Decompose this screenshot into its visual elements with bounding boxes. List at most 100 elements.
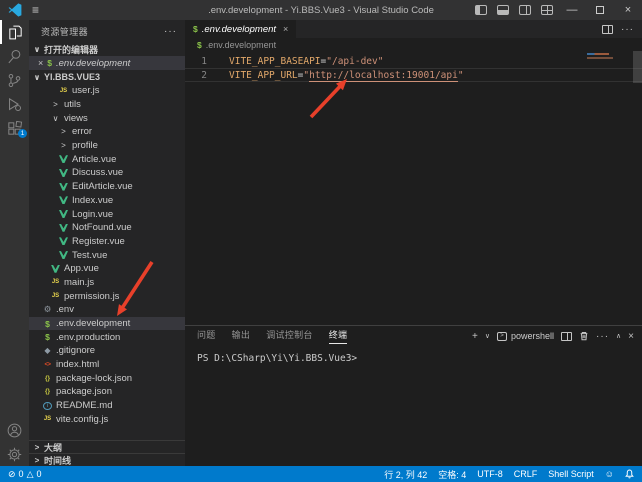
close-window-button[interactable]: × <box>614 0 642 20</box>
split-terminal-icon[interactable] <box>561 332 572 341</box>
warning-count: 0 <box>36 469 41 479</box>
terminal-output[interactable]: PS D:\CSharp\Yi\Yi.BBS.Vue3> <box>185 346 642 364</box>
tree-item-Discuss.vue[interactable]: Discuss.vue <box>29 166 185 180</box>
tree-item-Article.vue[interactable]: Article.vue <box>29 152 185 166</box>
account-icon[interactable] <box>0 418 29 442</box>
editor-tab-bar: $ .env.development × ··· <box>185 20 642 38</box>
tree-item-utils[interactable]: >utils <box>29 98 185 112</box>
tree-item-index.html[interactable]: <>index.html <box>29 358 185 372</box>
settings-gear-icon[interactable] <box>0 442 29 466</box>
tree-item-package-lock.json[interactable]: {}package-lock.json <box>29 371 185 385</box>
tree-item-package.json[interactable]: {}package.json <box>29 385 185 399</box>
tree-item-NotFound.vue[interactable]: NotFound.vue <box>29 221 185 235</box>
terminal-dropdown-icon[interactable]: ∨ <box>485 332 490 340</box>
eol-sequence[interactable]: CRLF <box>514 469 538 479</box>
open-editor-item[interactable]: × $ .env.development <box>29 56 185 70</box>
chevron-right-icon: > <box>33 456 41 465</box>
outline-section[interactable]: > 大纲 <box>29 440 185 453</box>
tree-item-App.vue[interactable]: App.vue <box>29 262 185 276</box>
tree-item-.env.development[interactable]: $.env.development <box>29 317 185 331</box>
close-tab-icon[interactable]: × <box>283 24 288 34</box>
tree-item-label: .gitignore <box>56 345 95 356</box>
split-editor-icon[interactable] <box>602 25 613 34</box>
minimize-button[interactable]: — <box>558 0 586 20</box>
run-debug-icon[interactable] <box>0 92 29 116</box>
toggle-primary-sidebar-icon[interactable] <box>470 0 492 20</box>
code-line-1[interactable]: 1VITE_APP_BASEAPI="/api-dev" <box>185 54 642 68</box>
vscode-window: ≡ .env.development - Yi.BBS.Vue3 - Visua… <box>0 0 642 482</box>
tree-item-label: Discuss.vue <box>72 167 123 178</box>
cursor-position[interactable]: 行 2, 列 42 <box>384 468 427 481</box>
code-editor[interactable]: 1VITE_APP_BASEAPI="/api-dev"2VITE_APP_UR… <box>185 51 642 325</box>
tree-item-Index.vue[interactable]: Index.vue <box>29 194 185 208</box>
panel-tab-问题[interactable]: 问题 <box>197 328 216 344</box>
open-editors-section[interactable]: ∨ 打开的编辑器 <box>29 42 185 56</box>
source-control-icon[interactable] <box>0 68 29 92</box>
tree-item-.gitignore[interactable]: ◆.gitignore <box>29 344 185 358</box>
indentation[interactable]: 空格: 4 <box>438 468 466 481</box>
toggle-panel-icon[interactable] <box>492 0 514 20</box>
shell-name: powershell <box>511 331 554 341</box>
search-icon[interactable] <box>0 44 29 68</box>
tree-item-label: views <box>64 113 88 124</box>
maximize-button[interactable] <box>586 0 614 20</box>
tree-item-label: user.js <box>72 85 99 96</box>
panel-tab-输出[interactable]: 输出 <box>232 328 251 344</box>
editor-more-actions-icon[interactable]: ··· <box>621 24 634 35</box>
close-editor-icon[interactable]: × <box>38 58 43 68</box>
title-bar: ≡ .env.development - Yi.BBS.Vue3 - Visua… <box>0 0 642 20</box>
file-tree: JSuser.js>utils∨views>error>profileArtic… <box>29 84 185 426</box>
editor-scrollbar[interactable] <box>633 51 642 83</box>
toggle-secondary-sidebar-icon[interactable] <box>514 0 536 20</box>
tree-item-profile[interactable]: >profile <box>29 139 185 153</box>
tree-item-label: profile <box>72 140 98 151</box>
tree-item-views[interactable]: ∨views <box>29 111 185 125</box>
tree-item-main.js[interactable]: JSmain.js <box>29 276 185 290</box>
notifications-bell-icon[interactable] <box>625 469 634 479</box>
language-mode[interactable]: Shell Script <box>548 469 594 479</box>
project-section-header[interactable]: ∨ YI.BBS.VUE3 <box>29 70 185 84</box>
dotenv-file-icon: $ <box>43 333 52 342</box>
tree-item-.env[interactable]: ⚙.env <box>29 303 185 317</box>
minimap[interactable] <box>587 53 617 59</box>
customize-layout-icon[interactable] <box>536 0 558 20</box>
panel-tab-调试控制台[interactable]: 调试控制台 <box>266 328 313 344</box>
tree-item-user.js[interactable]: JSuser.js <box>29 84 185 98</box>
tree-item-permission.js[interactable]: JSpermission.js <box>29 289 185 303</box>
problems-status[interactable]: ⊘ 0 △ 0 <box>8 469 42 479</box>
encoding[interactable]: UTF-8 <box>477 469 503 479</box>
kill-terminal-trash-icon[interactable] <box>579 331 589 341</box>
tree-item-error[interactable]: >error <box>29 125 185 139</box>
json-file-icon: {} <box>43 374 52 383</box>
tree-item-vite.config.js[interactable]: JSvite.config.js <box>29 413 185 427</box>
tree-item-label: NotFound.vue <box>72 222 132 233</box>
tab-env-development[interactable]: $ .env.development × <box>185 20 296 38</box>
feedback-smiley-icon[interactable]: ☺ <box>605 470 614 479</box>
tree-item-Test.vue[interactable]: Test.vue <box>29 248 185 262</box>
panel-tab-终端[interactable]: 终端 <box>329 328 348 344</box>
tree-item-EditArticle.vue[interactable]: EditArticle.vue <box>29 180 185 194</box>
explorer-icon[interactable] <box>0 20 29 44</box>
chevron-right-icon: > <box>33 443 41 452</box>
tree-item-Login.vue[interactable]: Login.vue <box>29 207 185 221</box>
terminal-shell-item[interactable]: > powershell <box>497 331 554 341</box>
extensions-icon[interactable]: 1 <box>0 116 29 140</box>
close-panel-icon[interactable]: × <box>628 331 634 342</box>
menu-hamburger-icon[interactable]: ≡ <box>32 3 39 17</box>
breadcrumb[interactable]: $ .env.development <box>185 38 642 51</box>
new-terminal-icon[interactable]: + <box>472 331 478 342</box>
explorer-more-actions-icon[interactable]: ··· <box>164 26 177 37</box>
tree-item-README.md[interactable]: iREADME.md <box>29 399 185 413</box>
code-line-2[interactable]: 2VITE_APP_URL="http://localhost:19001/ap… <box>185 68 642 82</box>
chevron-right-icon: > <box>51 100 60 109</box>
panel-more-actions-icon[interactable]: ··· <box>596 331 609 342</box>
tab-label: .env.development <box>202 24 276 35</box>
tree-item-label: vite.config.js <box>56 414 108 425</box>
tree-item-.env.production[interactable]: $.env.production <box>29 330 185 344</box>
url-link[interactable]: http://localhost:19001/api <box>309 70 458 82</box>
timeline-section[interactable]: > 时间线 <box>29 453 185 466</box>
tree-item-label: error <box>72 126 92 137</box>
code-text: VITE_APP_URL="http://localhost:19001/api… <box>229 70 464 81</box>
tree-item-Register.vue[interactable]: Register.vue <box>29 235 185 249</box>
maximize-panel-icon[interactable]: ∧ <box>616 332 621 340</box>
